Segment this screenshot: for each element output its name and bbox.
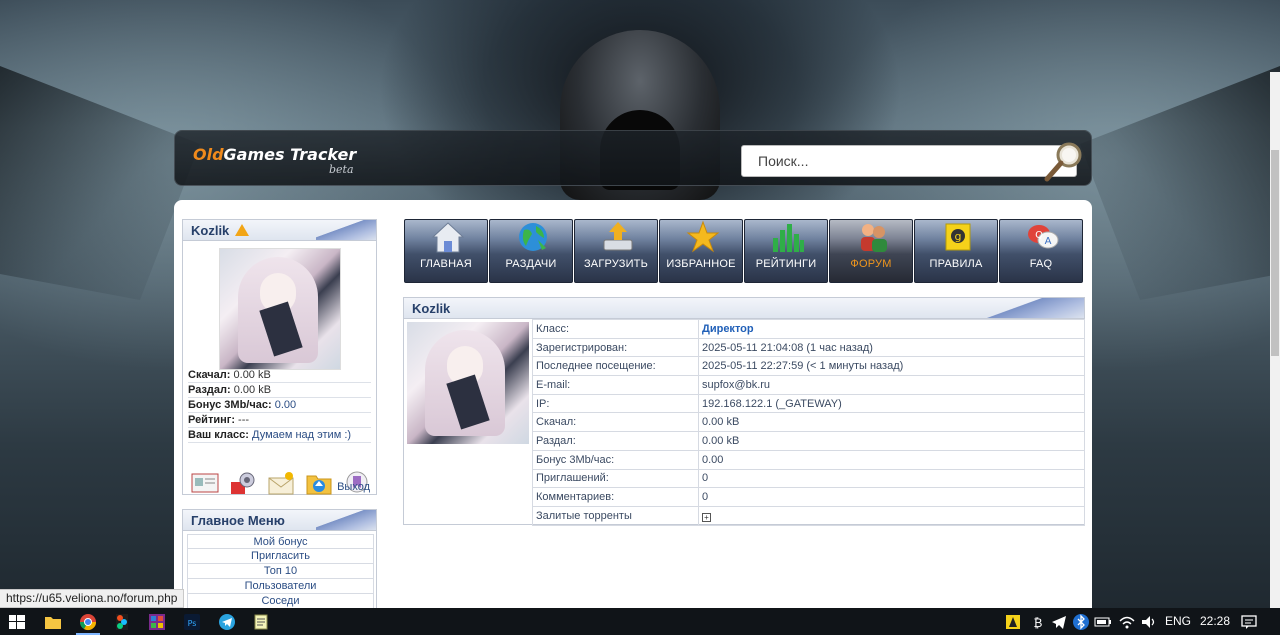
upload-folder-icon[interactable] [305,470,333,496]
background-wing-left [0,66,200,300]
home-icon [431,222,465,253]
site-logo[interactable]: OldGames Tracker [193,145,356,164]
menu-item-my-bonus[interactable]: Мой бонус [187,534,374,549]
nav-favorites[interactable]: ИЗБРАННОЕ [659,219,743,283]
site-header: OldGames Tracker beta [174,130,1092,186]
scrollbar-thumb[interactable] [1271,150,1279,356]
table-row: Скачал: 0.00 kB [532,412,1085,433]
tray-app-icon[interactable] [1004,613,1022,631]
profile-header: Kozlik [404,298,1084,319]
menu-item-invite[interactable]: Пригласить [187,549,374,564]
winrar-icon[interactable] [148,613,166,631]
search-input[interactable] [742,146,1042,176]
windows-start-icon[interactable] [8,613,26,631]
logo-old: Old [193,145,224,164]
nav-ratings[interactable]: РЕЙТИНГИ [744,219,828,283]
photoshop-icon[interactable]: Ps [183,613,201,631]
main-content: Kozlik Скачал: 0.00 kB Раздал: 0.00 kB Б… [174,200,1092,621]
magnifier-icon[interactable] [1041,139,1087,185]
table-row: Комментариев: 0 [532,487,1085,507]
user-class-value: Директор [698,319,1085,339]
table-row: Последнее посещение: 2025-05-11 22:27:59 … [532,356,1085,377]
profile-avatar [407,322,529,444]
svg-text:A: A [1045,236,1052,247]
settings-icon[interactable] [229,470,257,496]
main-nav: ГЛАВНАЯ РАЗДАЧИ ЗАГРУЗИТЬ ИЗБРАННОЕ РЕЙТ… [404,219,1086,284]
profile-card-icon[interactable] [191,470,219,496]
figma-icon[interactable] [113,613,131,631]
user-block-header: Kozlik [183,220,376,241]
user-avatar[interactable] [219,248,341,370]
messages-icon[interactable] [267,470,295,496]
logo-rest: Games Tracker [223,145,357,164]
user-block: Kozlik Скачал: 0.00 kB Раздал: 0.00 kB Б… [182,219,377,495]
language-indicator[interactable]: ENG [1165,614,1191,628]
profile-username: Kozlik [412,301,451,316]
table-row: Приглашений: 0 [532,468,1085,489]
nav-faq[interactable]: QA FAQ [999,219,1083,283]
chrome-icon[interactable] [79,613,97,631]
nav-releases[interactable]: РАЗДАЧИ [489,219,573,283]
svg-text:₿: ₿ [1034,616,1043,630]
expand-torrents-icon[interactable]: + [702,512,711,522]
header-swoosh [316,220,376,240]
page-scrollbar[interactable] [1270,72,1280,608]
main-menu-block: Главное Меню Мой бонус Пригласить Топ 10… [182,509,377,621]
nav-forum[interactable]: ФОРУМ [829,219,913,283]
stat-downloaded: Скачал: 0.00 kB [188,368,371,383]
logo-beta: beta [329,163,354,176]
nav-rules[interactable]: g ПРАВИЛА [914,219,998,283]
nav-upload[interactable]: ЗАГРУЗИТЬ [574,219,658,283]
stat-bonus: Бонус 3Mb/час: 0.00 [188,398,371,413]
bluetooth-icon[interactable] [1072,613,1090,631]
svg-text:Q: Q [1035,230,1043,241]
table-row: Зарегистрирован: 2025-05-11 21:04:08 (1 ч… [532,337,1085,358]
file-explorer-icon[interactable] [44,613,62,631]
svg-text:Ps: Ps [188,619,197,628]
search-box [741,145,1077,177]
user-block-username[interactable]: Kozlik [191,223,229,238]
menu-item-neighbors[interactable]: Соседи [187,594,374,609]
profile-details: Kozlik Класс: Директор Зарегистрирован: 20… [403,297,1085,526]
main-menu-title: Главное Меню [191,513,285,528]
star-icon [686,220,720,253]
telegram-icon[interactable] [218,613,236,631]
people-icon [861,224,887,252]
figma-tray-icon[interactable]: ₿ [1029,613,1047,631]
main-menu-header: Главное Меню [183,510,376,531]
table-row: E-mail: supfox@bk.ru [532,375,1085,395]
globe-icon [519,223,547,251]
warning-icon [235,224,250,236]
logout-link[interactable]: Выход [337,481,370,493]
clock[interactable]: 22:28 [1200,614,1230,628]
table-row: IP: 192.168.122.1 (_GATEWAY) [532,393,1085,414]
stat-rating: Рейтинг: --- [188,413,371,428]
stat-class: Ваш класс: Думаем над этим :) [188,428,371,443]
faq-icon: QA [1028,225,1059,249]
background-wing-right [1080,66,1280,300]
table-row: Бонус 3Mb/час: 0.00 [532,449,1085,470]
chart-icon [773,224,804,252]
battery-icon[interactable] [1094,613,1112,631]
taskbar: Ps ₿ ENG 22:28 [0,608,1280,635]
volume-icon[interactable] [1140,613,1158,631]
stat-uploaded: Раздал: 0.00 kB [188,383,371,398]
upload-icon [603,222,633,251]
notepad-icon[interactable] [252,613,270,631]
profile-info-table: Класс: Директор Зарегистрирован: 2025-05-1… [532,319,1085,526]
nav-home[interactable]: ГЛАВНАЯ [404,219,488,283]
telegram-tray-icon[interactable] [1050,613,1068,631]
wifi-icon[interactable] [1118,613,1136,631]
svg-text:g: g [955,230,962,243]
status-url: https://u65.veliona.no/forum.php [0,589,185,608]
menu-item-users[interactable]: Пользователи [187,579,374,594]
table-row: Класс: Директор [532,319,1085,339]
rules-icon: g [945,223,971,251]
notifications-icon[interactable] [1240,613,1258,631]
table-row: Залитые торренты + [532,505,1085,526]
menu-item-top10[interactable]: Топ 10 [187,564,374,579]
table-row: Раздал: 0.00 kB [532,431,1085,451]
